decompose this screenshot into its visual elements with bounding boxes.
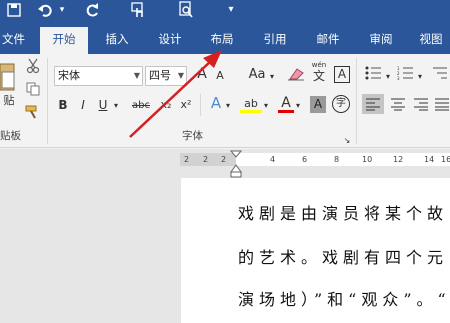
annotation-arrow	[129, 59, 213, 138]
word-window: ▾ ▾ 文件 开始 插入 设计 布局 引用 邮件 审阅 视图 贴 贴板 宋体 ▼…	[0, 0, 450, 323]
annotation-arrow-overlay	[129, 50, 222, 138]
